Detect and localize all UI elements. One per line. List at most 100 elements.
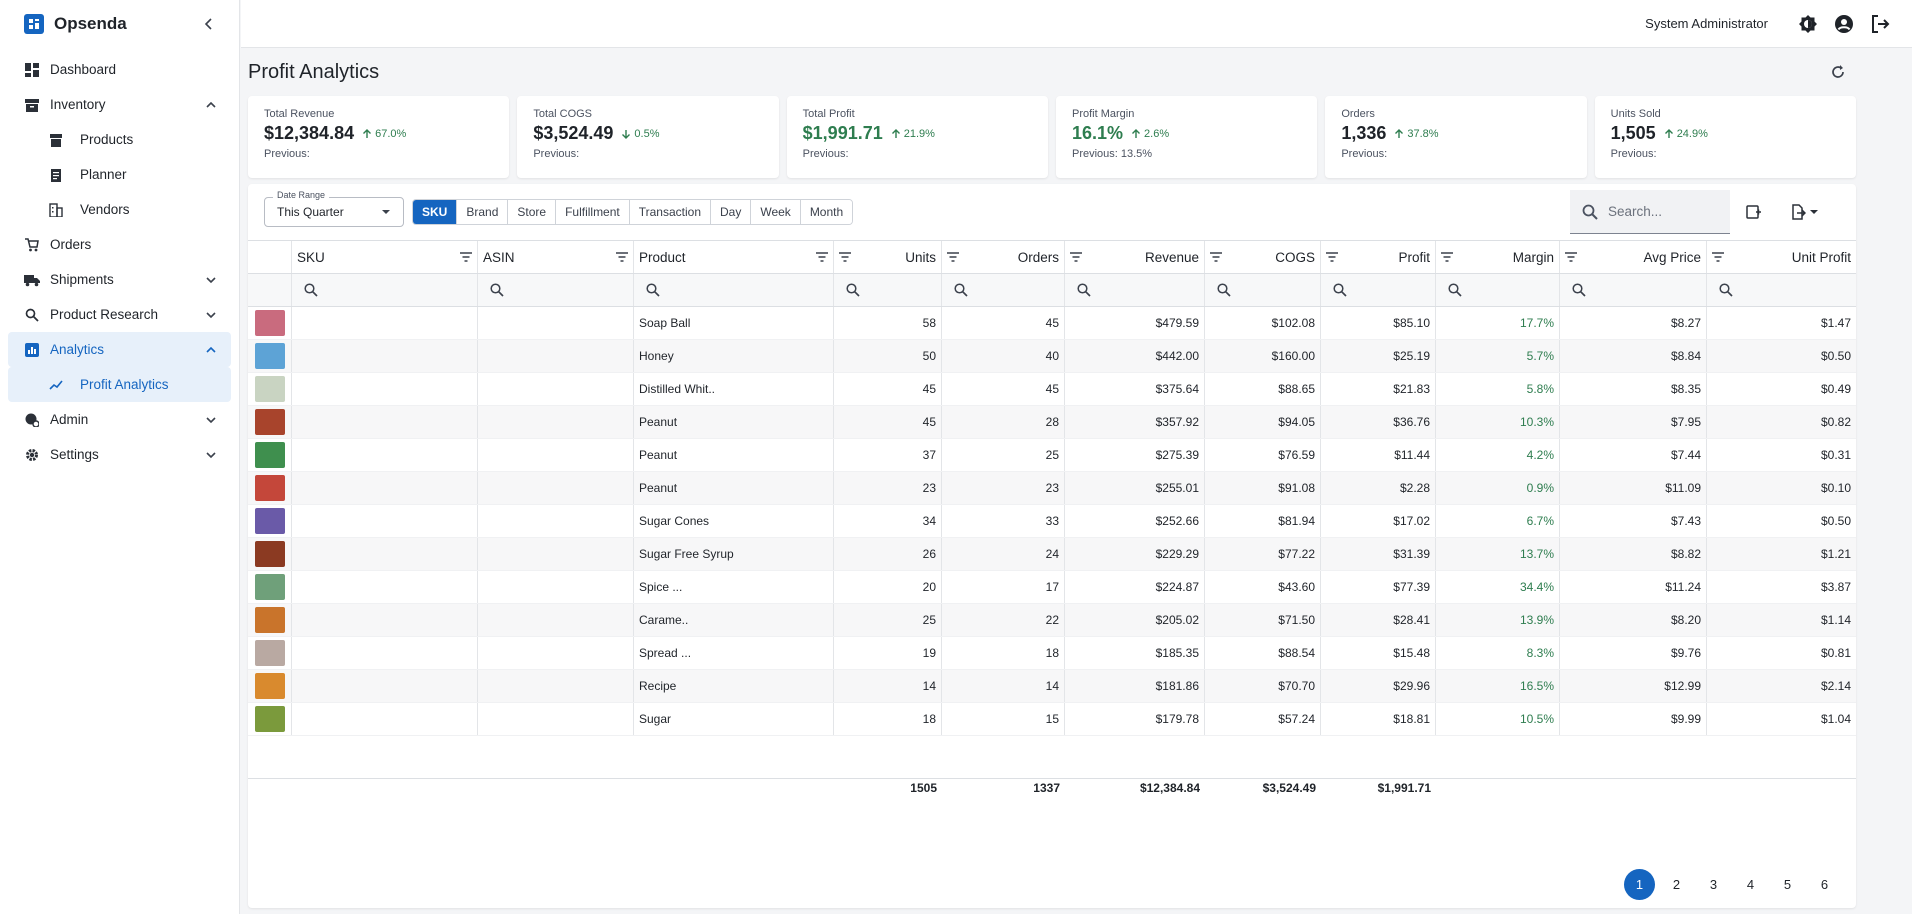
refresh-button[interactable] xyxy=(1826,60,1850,84)
filter-icon[interactable] xyxy=(1210,252,1222,262)
sidebar-item-dashboard[interactable]: Dashboard xyxy=(8,52,231,87)
account-button[interactable] xyxy=(1830,10,1858,38)
sidebar-item-products[interactable]: Products xyxy=(8,122,231,157)
filter-icon[interactable] xyxy=(460,252,472,262)
column-filter-input[interactable] xyxy=(1436,274,1560,306)
product-thumbnail xyxy=(254,376,285,402)
sidebar-item-admin[interactable]: Admin xyxy=(8,402,231,437)
filter-icon[interactable] xyxy=(839,252,851,262)
kpi-value-row: 1,505 24.9% xyxy=(1611,123,1840,144)
export-button[interactable] xyxy=(1784,200,1824,224)
column-filter-input[interactable] xyxy=(634,274,834,306)
kpi-card: Profit Margin 16.1% 2.6% Previous: 13.5% xyxy=(1055,96,1318,178)
column-header-asin[interactable]: ASIN xyxy=(478,241,634,273)
column-filter-input[interactable] xyxy=(1321,274,1436,306)
sidebar-item-analytics[interactable]: Analytics xyxy=(8,332,231,367)
column-settings-button[interactable] xyxy=(1742,200,1766,224)
filter-icon[interactable] xyxy=(1441,252,1453,262)
cell-orders: 45 xyxy=(942,307,1065,339)
grouping-week-button[interactable]: Week xyxy=(751,200,801,224)
search-input[interactable]: Search... xyxy=(1570,190,1730,234)
sidebar-item-label: Analytics xyxy=(50,342,105,357)
cell-product: Spread ... xyxy=(634,637,834,669)
page-1-button[interactable]: 1 xyxy=(1624,869,1655,900)
page-6-button[interactable]: 6 xyxy=(1809,869,1840,900)
column-filter-input[interactable] xyxy=(1707,274,1856,306)
grouping-transaction-button[interactable]: Transaction xyxy=(629,200,711,224)
total-profit: $1,991.71 xyxy=(1377,780,1431,795)
date-range-select[interactable]: Date Range This Quarter xyxy=(264,190,404,227)
sidebar-item-orders[interactable]: Orders xyxy=(8,227,231,262)
table-row[interactable]: Sugar 18 15 $179.78 $57.24 $18.81 10.5% $9.99 $1… xyxy=(248,703,1856,736)
filter-icon[interactable] xyxy=(947,252,959,262)
app-name: Opsenda xyxy=(54,14,127,33)
page-2-button[interactable]: 2 xyxy=(1661,869,1692,900)
cell-unit-profit: $1.47 xyxy=(1820,316,1851,330)
column-header-units[interactable]: Units xyxy=(834,241,942,273)
table-row[interactable]: Sugar Free Syrup 26 24 $229.29 $77.22 $31.39 1… xyxy=(248,538,1856,571)
filter-icon[interactable] xyxy=(1565,252,1577,262)
cell-profit: $36.76 xyxy=(1321,406,1436,438)
grouping-fulfillment-button[interactable]: Fulfillment xyxy=(556,200,630,224)
cell-avg-price: $8.82 xyxy=(1560,538,1707,570)
table-row[interactable]: Spread ... 19 18 $185.35 $88.54 $15.48 8.3% $9.… xyxy=(248,637,1856,670)
column-header-cogs[interactable]: COGS xyxy=(1205,241,1321,273)
column-header-sku[interactable]: SKU xyxy=(292,241,478,273)
table-row[interactable]: Peanut 45 28 $357.92 $94.05 $36.76 10.3% $7.95 $… xyxy=(248,406,1856,439)
cell-unit-profit: $0.50 xyxy=(1820,514,1851,528)
column-filter-input[interactable] xyxy=(1560,274,1707,306)
grouping-brand-button[interactable]: Brand xyxy=(457,200,509,224)
page-4-button[interactable]: 4 xyxy=(1735,869,1766,900)
column-header-unit-profit[interactable]: Unit Profit xyxy=(1707,241,1856,273)
column-filter-input[interactable] xyxy=(292,274,478,306)
theme-toggle-button[interactable] xyxy=(1794,10,1822,38)
table-row[interactable]: Distilled Whit.. 45 45 $375.64 $88.65 $21.83 5… xyxy=(248,373,1856,406)
sidebar-item-inventory[interactable]: Inventory xyxy=(8,87,231,122)
column-header-label: Revenue xyxy=(1144,249,1199,265)
sidebar-item-product-research[interactable]: Product Research xyxy=(8,297,231,332)
column-header-orders[interactable]: Orders xyxy=(942,241,1065,273)
sidebar-item-profit-analytics[interactable]: Profit Analytics xyxy=(8,367,231,402)
column-filter-input[interactable] xyxy=(1205,274,1321,306)
grouping-store-button[interactable]: Store xyxy=(508,200,557,224)
column-filter-input[interactable] xyxy=(834,274,942,306)
table-row[interactable]: Honey 50 40 $442.00 $160.00 $25.19 5.7% $8.84 $0… xyxy=(248,340,1856,373)
column-header-product[interactable]: Product xyxy=(634,241,834,273)
column-header-revenue[interactable]: Revenue xyxy=(1065,241,1205,273)
table-row[interactable]: Carame.. 25 22 $205.02 $71.50 $28.41 13.9% $8.2… xyxy=(248,604,1856,637)
product-thumbnail-cell xyxy=(248,670,292,702)
grouping-day-button[interactable]: Day xyxy=(711,200,752,224)
filter-icon[interactable] xyxy=(816,252,828,262)
collapse-sidebar-button[interactable] xyxy=(195,10,223,38)
sidebar-item-shipments[interactable]: Shipments xyxy=(8,262,231,297)
logout-button[interactable] xyxy=(1866,10,1894,38)
filter-icon[interactable] xyxy=(1070,252,1082,262)
cell-asin xyxy=(478,637,634,669)
table-row[interactable]: Soap Ball 58 45 $479.59 $102.08 $85.10 17.7% $8… xyxy=(248,307,1856,340)
grouping-sku-button[interactable]: SKU xyxy=(413,200,458,224)
grouping-month-button[interactable]: Month xyxy=(800,200,853,224)
cell-asin xyxy=(478,670,634,702)
column-filter-input[interactable] xyxy=(1065,274,1205,306)
table-row[interactable]: Peanut 37 25 $275.39 $76.59 $11.44 4.2% $7.44 $0… xyxy=(248,439,1856,472)
sidebar-item-planner[interactable]: Planner xyxy=(8,157,231,192)
filter-icon[interactable] xyxy=(1326,252,1338,262)
sidebar-item-vendors[interactable]: Vendors xyxy=(8,192,231,227)
filter-icon[interactable] xyxy=(1712,252,1724,262)
column-header-margin[interactable]: Margin xyxy=(1436,241,1560,273)
cell-units: 45 xyxy=(834,373,942,405)
page-5-button[interactable]: 5 xyxy=(1772,869,1803,900)
column-header-label: Unit Profit xyxy=(1791,249,1851,265)
table-row[interactable]: Recipe 14 14 $181.86 $70.70 $29.96 16.5% $12.99… xyxy=(248,670,1856,703)
table-row[interactable]: Peanut 23 23 $255.01 $91.08 $2.28 0.9% $11.09 $0… xyxy=(248,472,1856,505)
column-header-avg-price[interactable]: Avg Price xyxy=(1560,241,1707,273)
column-header-profit[interactable]: Profit xyxy=(1321,241,1436,273)
table-row[interactable]: Spice ... 20 17 $224.87 $43.60 $77.39 34.4% $11… xyxy=(248,571,1856,604)
filter-icon[interactable] xyxy=(616,252,628,262)
column-filter-input[interactable] xyxy=(478,274,634,306)
kpi-label: Total Profit xyxy=(802,108,855,120)
sidebar-item-settings[interactable]: Settings xyxy=(8,437,231,472)
table-row[interactable]: Sugar Cones 34 33 $252.66 $81.94 $17.02 6.7% $7… xyxy=(248,505,1856,538)
column-filter-input[interactable] xyxy=(942,274,1065,306)
page-3-button[interactable]: 3 xyxy=(1698,869,1729,900)
